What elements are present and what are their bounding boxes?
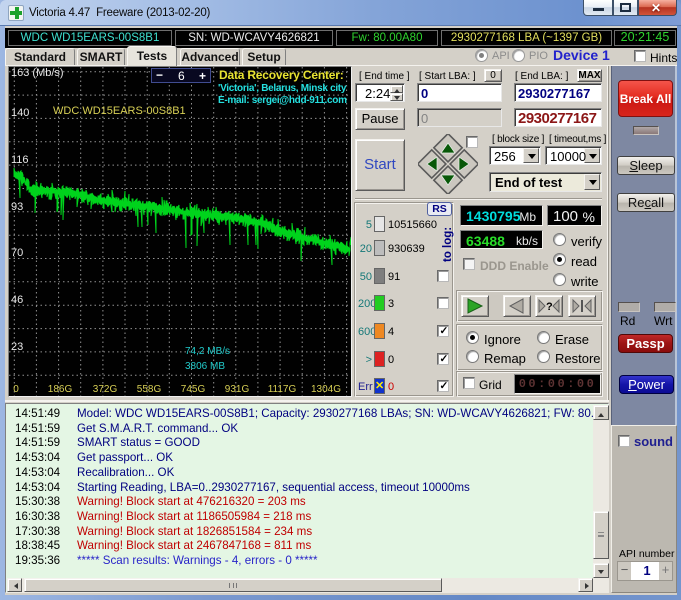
svg-text:?: ?	[546, 301, 553, 313]
